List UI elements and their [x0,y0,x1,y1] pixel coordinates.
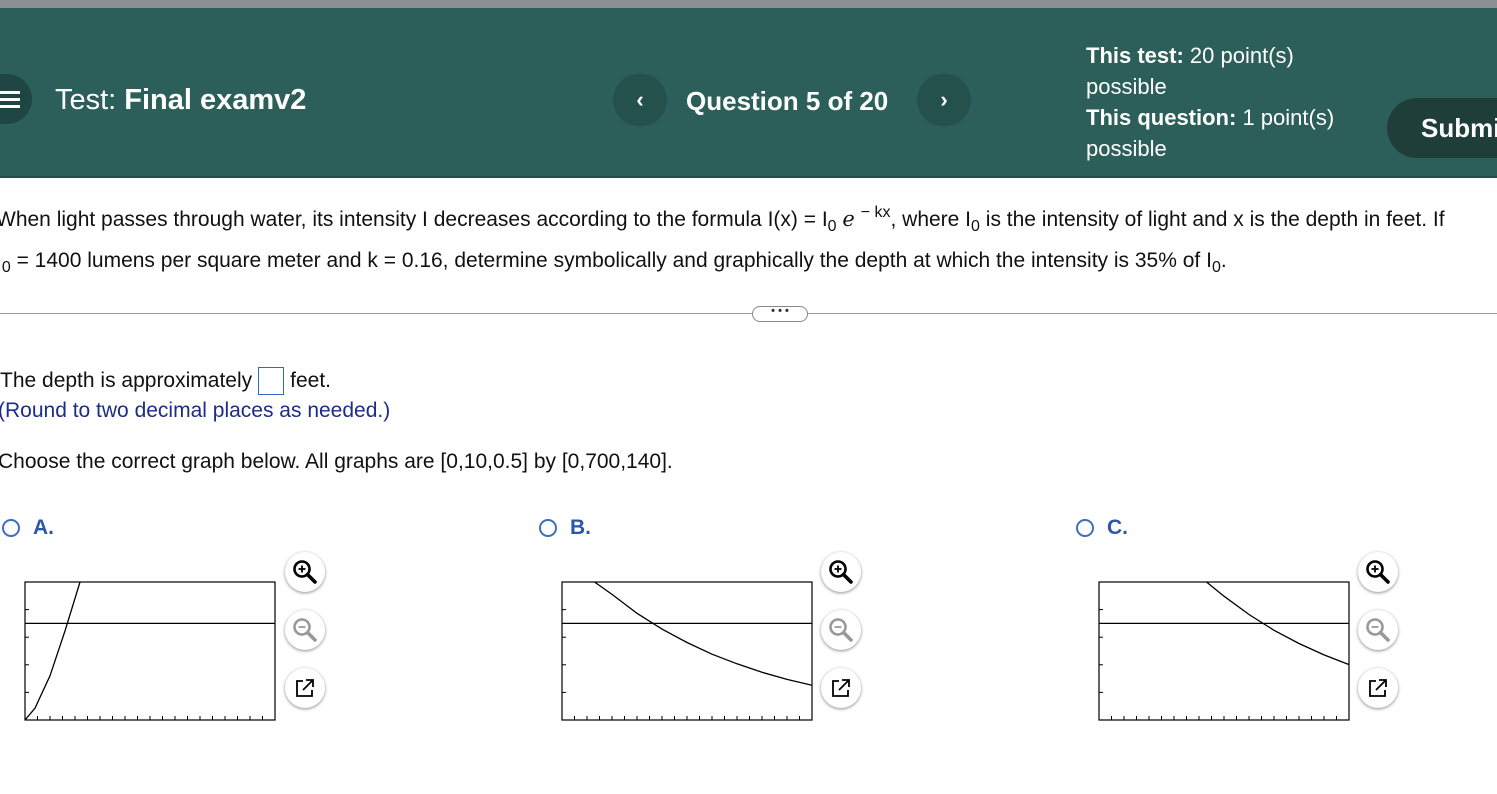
zoom-out-button-b[interactable] [821,610,861,650]
radio-option-c[interactable] [1076,519,1094,537]
subscript: 0 [971,218,980,235]
option-b-label: B. [570,516,591,539]
open-external-button-b[interactable] [821,668,861,708]
zoom-in-button-c[interactable] [1358,552,1398,592]
radio-option-a[interactable] [2,519,20,537]
top-strip [0,0,1497,8]
question-text-part: , where I [890,208,972,231]
option-a[interactable]: A. [2,516,54,540]
open-external-icon [832,679,850,697]
zoom-in-button-b[interactable] [821,552,861,592]
resize-handle[interactable]: • • • [752,306,808,322]
answer-line: The depth is approximately feet. [0,366,331,396]
plot-frame [1098,581,1350,721]
zoom-out-icon [1366,618,1390,642]
section-divider [0,313,1497,314]
graph-option-c [1098,581,1350,721]
chevron-right-icon: › [940,87,948,112]
hamburger-icon [0,91,20,108]
option-c-label: C. [1107,516,1128,539]
option-b[interactable]: B. [539,516,591,540]
test-name: Final examv2 [124,84,307,116]
points-info: This test: 20 point(s) possible This que… [1086,40,1346,164]
plot-frame [561,581,813,721]
graph-option-a [24,581,276,721]
depth-answer-input[interactable] [258,367,285,396]
zoom-out-icon [829,618,853,642]
subscript: 0 [827,218,837,235]
answer-suffix: feet. [290,369,332,392]
test-title: Test: Final examv2 [55,84,306,117]
graph-option-b [561,581,813,721]
test-header: Test: Final examv2 ‹ Question 5 of 20 › T… [0,8,1497,178]
question-text: When light passes through water, its int… [0,196,1497,285]
open-external-icon [296,679,314,697]
zoom-out-button-a[interactable] [285,610,325,650]
question-counter: Question 5 of 20 [686,86,889,116]
this-question-label: This question: [1086,105,1237,130]
zoom-in-icon [1366,560,1390,584]
option-a-label: A. [33,516,54,539]
zoom-out-icon [293,618,317,642]
exponent: − kx [860,204,891,221]
radio-option-b[interactable] [539,519,557,537]
next-question-button[interactable]: › [917,74,971,126]
subscript: 0 [1,259,11,276]
menu-button[interactable] [0,74,32,124]
zoom-in-icon [829,560,853,584]
zoom-out-button-c[interactable] [1358,610,1398,650]
question-text-part: = 1400 lumens per square meter and k = 0… [10,249,1212,272]
answer-prefix: The depth is approximately [0,369,253,392]
previous-question-button[interactable]: ‹ [613,74,667,126]
subscript: 0 [1211,259,1221,276]
this-test-label: This test: [1086,43,1184,68]
open-external-icon [1369,679,1387,697]
test-prefix: Test: [55,84,117,116]
open-external-button-a[interactable] [285,668,325,708]
plot-frame [24,581,276,721]
submit-test-button[interactable]: Submit test [1387,98,1497,158]
option-c[interactable]: C. [1076,516,1128,540]
open-external-button-c[interactable] [1358,668,1398,708]
question-text-part: When light passes through water, its int… [0,208,828,231]
question-text-part: . [1220,249,1227,272]
zoom-in-button-a[interactable] [285,552,325,592]
graph-instructions: Choose the correct graph below. All grap… [0,450,673,473]
header-divider [0,176,1497,178]
zoom-in-icon [293,560,317,584]
euler-e: e [842,207,855,231]
chevron-left-icon: ‹ [636,87,644,112]
rounding-note: (Round to two decimal places as needed.) [0,399,391,422]
question-text-part: is the intensity of light and x is the d… [979,208,1445,231]
